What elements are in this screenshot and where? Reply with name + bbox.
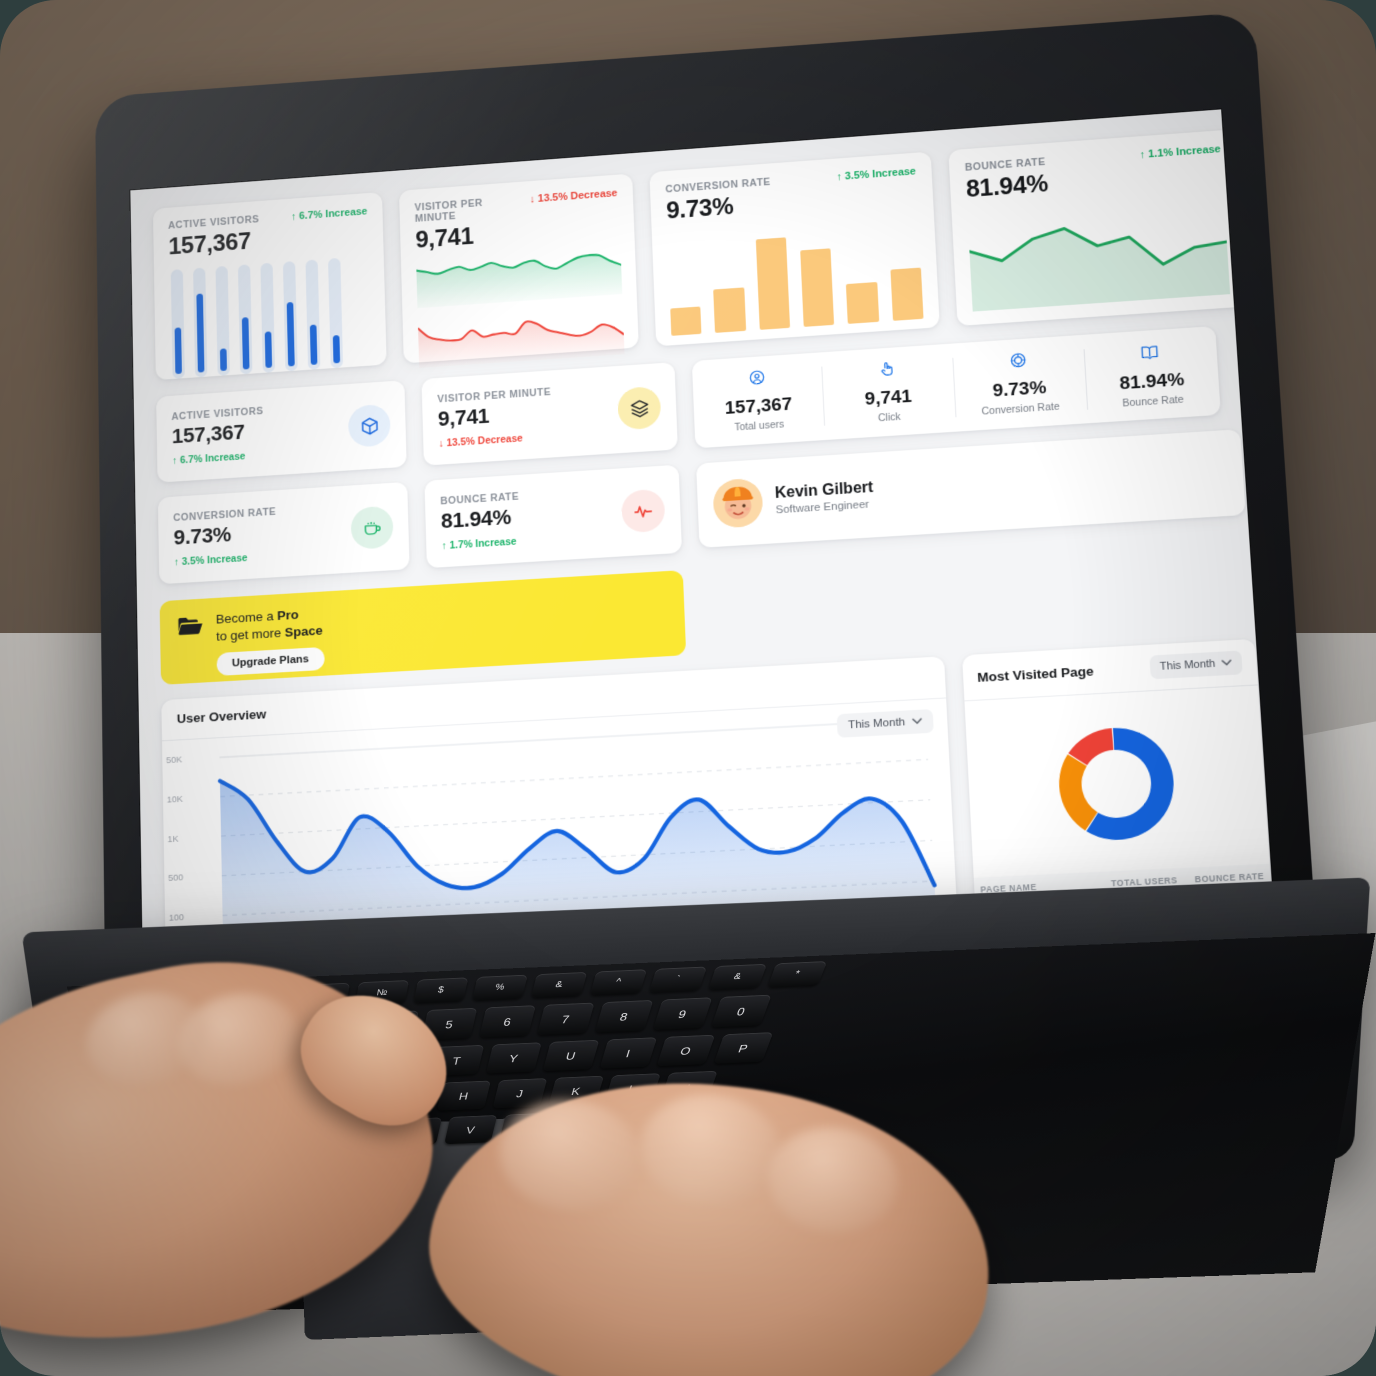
photo-scene: ACTIVE VISITORS 157,367 ↑ 6.7% Increase	[0, 0, 1376, 1376]
vignette	[0, 0, 1376, 1376]
